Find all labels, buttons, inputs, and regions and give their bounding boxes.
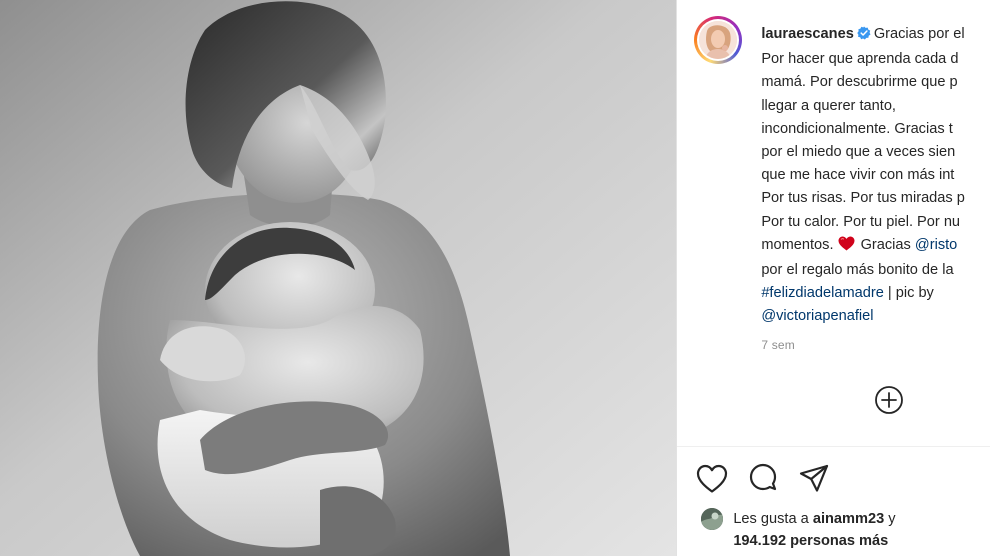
red-heart-emoji-icon [838, 236, 855, 259]
likes-connector: y [884, 511, 896, 527]
likes-line1: Les gusta a ainamm23 y [733, 508, 990, 530]
caption-line12: #felizdiadelamadre | pic by [761, 282, 990, 305]
caption-line13: @victoriapenafiel [761, 305, 990, 328]
mention-link-risto[interactable]: @risto [915, 237, 957, 253]
author-username[interactable]: lauraescanes [761, 26, 854, 42]
mention-link-victoriapenafiel[interactable]: @victoriapenafiel [761, 308, 873, 324]
likes-count[interactable]: 194.192 personas más [733, 530, 888, 552]
caption-line10: momentos. Gracias @risto [761, 234, 990, 259]
caption: lauraescanes Gracias por el Por hacer que… [761, 23, 990, 329]
divider [677, 446, 990, 447]
instagram-post: lauraescanes Gracias por el Por hacer que… [0, 0, 990, 556]
hashtag-link[interactable]: #felizdiadelamadre [761, 285, 884, 301]
avatar-ring-gap [697, 19, 740, 61]
verified-badge-icon [857, 25, 871, 48]
post-time[interactable]: 7 sem [761, 338, 795, 352]
caption-line2: Por hacer que aprenda cada d [761, 51, 959, 68]
heart-icon[interactable] [695, 462, 729, 496]
caption-line6: por el miedo que a veces sien [761, 144, 956, 161]
plus-circle-icon[interactable] [874, 385, 904, 415]
author-avatar[interactable] [694, 16, 743, 64]
liker-username[interactable]: ainamm23 [813, 511, 884, 527]
likes-count-text[interactable]: 194.192 personas más [733, 533, 888, 549]
avatar-image [699, 21, 738, 59]
caption-line5: incondicionalmente. Gracias t [761, 120, 953, 137]
photo-illustration [0, 0, 677, 556]
caption-gracias: Gracias [860, 236, 911, 253]
post-side-panel: lauraescanes Gracias por el Por hacer que… [677, 0, 990, 556]
liker-avatar-icon [701, 508, 724, 530]
caption-line: lauraescanes Gracias por el [761, 23, 990, 48]
caption-line1: Gracias por el [873, 26, 965, 42]
caption-line4: llegar a querer tanto, [761, 97, 896, 114]
liker-avatar[interactable] [701, 508, 724, 530]
caption-line8: Por tus risas. Por tus miradas p [761, 190, 965, 207]
caption-line9: Por tu calor. Por tu piel. Por nu [761, 213, 961, 230]
caption-area: lauraescanes Gracias por el Por hacer que… [677, 0, 990, 446]
paper-plane-icon[interactable] [797, 462, 831, 496]
comment-icon[interactable] [746, 462, 780, 496]
caption-line7: que me hace vivir con más int [761, 167, 955, 184]
caption-line11: por el regalo más bonito de la [761, 262, 954, 279]
caption-momentos: momentos. [761, 236, 834, 253]
action-bar [695, 462, 848, 496]
post-photo[interactable] [0, 0, 678, 556]
caption-line3: mamá. Por descubrirme que p [761, 74, 958, 91]
likes-prefix: Les gusta a [733, 511, 813, 527]
caption-pic-by: | pic by [883, 285, 934, 302]
avatar-portrait-icon [699, 21, 738, 59]
